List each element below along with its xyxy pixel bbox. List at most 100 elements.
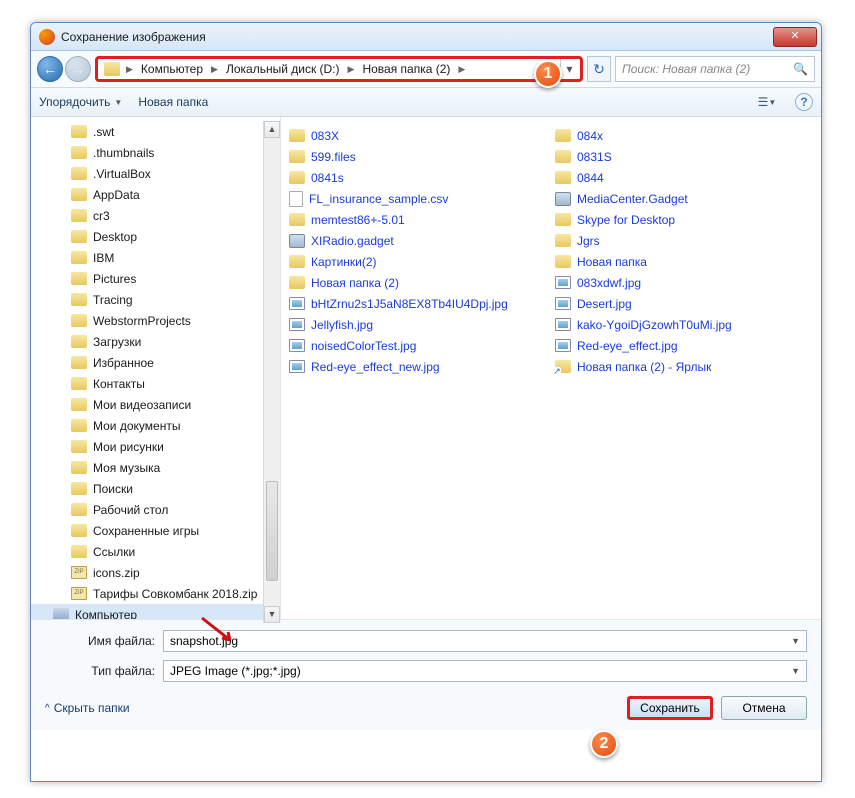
- back-button[interactable]: ←: [37, 56, 63, 82]
- file-item[interactable]: 083X: [285, 125, 551, 146]
- file-item[interactable]: 083xdwf.jpg: [551, 272, 817, 293]
- help-button[interactable]: ?: [795, 93, 813, 111]
- file-item[interactable]: XIRadio.gadget: [285, 230, 551, 251]
- file-item[interactable]: Red-eye_effect_new.jpg: [285, 356, 551, 377]
- file-item[interactable]: 599.files: [285, 146, 551, 167]
- chevron-right-icon[interactable]: ▶: [124, 64, 135, 75]
- tree-item[interactable]: Pictures: [31, 268, 280, 289]
- folder-icon: [71, 356, 87, 369]
- tree-item[interactable]: Поиски: [31, 478, 280, 499]
- tree-item[interactable]: Рабочий стол: [31, 499, 280, 520]
- tree-item[interactable]: Избранное: [31, 352, 280, 373]
- file-item[interactable]: Новая папка: [551, 251, 817, 272]
- folder-icon: [71, 188, 87, 201]
- chevron-down-icon[interactable]: ▼: [791, 636, 800, 646]
- file-item[interactable]: MediaCenter.Gadget: [551, 188, 817, 209]
- scroll-up-icon[interactable]: ▲: [264, 121, 280, 138]
- refresh-button[interactable]: ↻: [587, 56, 611, 82]
- annotation-marker-1: 1: [534, 60, 562, 88]
- file-label: bHtZrnu2s1J5aN8EX8Tb4IU4Dpj.jpg: [311, 297, 508, 311]
- search-placeholder: Поиск: Новая папка (2): [622, 62, 750, 76]
- file-item[interactable]: memtest86+-5.01: [285, 209, 551, 230]
- folder-icon: [71, 314, 87, 327]
- file-item[interactable]: Jellyfish.jpg: [285, 314, 551, 335]
- organize-button[interactable]: Упорядочить ▼: [39, 95, 122, 109]
- tree-scrollbar[interactable]: ▲ ▼: [263, 121, 280, 619]
- tree-item-label: Мои видеозаписи: [93, 398, 191, 412]
- file-item[interactable]: Картинки(2): [285, 251, 551, 272]
- tree-item[interactable]: cr3: [31, 205, 280, 226]
- tree-item[interactable]: .swt: [31, 121, 280, 142]
- address-bar[interactable]: ▶ Компьютер ▶ Локальный диск (D:) ▶ Нова…: [95, 56, 583, 82]
- file-item[interactable]: FL_insurance_sample.csv: [285, 188, 551, 209]
- search-input[interactable]: Поиск: Новая папка (2) 🔍: [615, 56, 815, 82]
- chevron-right-icon[interactable]: ▶: [456, 64, 467, 75]
- chevron-down-icon[interactable]: ▼: [791, 666, 800, 676]
- file-label: Новая папка: [577, 255, 647, 269]
- file-item[interactable]: Новая папка (2) - Ярлык: [551, 356, 817, 377]
- tree-item[interactable]: AppData: [31, 184, 280, 205]
- file-item[interactable]: 0841s: [285, 167, 551, 188]
- file-label: Новая папка (2) - Ярлык: [577, 360, 711, 374]
- tree-item[interactable]: ZIPicons.zip: [31, 562, 280, 583]
- tree-item[interactable]: Мои рисунки: [31, 436, 280, 457]
- titlebar[interactable]: Сохранение изображения ✕: [31, 23, 821, 51]
- file-item[interactable]: bHtZrnu2s1J5aN8EX8Tb4IU4Dpj.jpg: [285, 293, 551, 314]
- tree-item-label: Компьютер: [75, 608, 137, 620]
- file-item[interactable]: Skype for Desktop: [551, 209, 817, 230]
- tree-item[interactable]: Desktop: [31, 226, 280, 247]
- file-item[interactable]: kako-YgoiDjGzowhT0uMi.jpg: [551, 314, 817, 335]
- file-item[interactable]: 084x: [551, 125, 817, 146]
- tree-item[interactable]: IBM: [31, 247, 280, 268]
- tree-item[interactable]: Контакты: [31, 373, 280, 394]
- chevron-right-icon[interactable]: ▶: [346, 64, 357, 75]
- folder-icon: [71, 272, 87, 285]
- tree-item[interactable]: ZIPТарифы Совкомбанк 2018.zip: [31, 583, 280, 604]
- file-item[interactable]: Desert.jpg: [551, 293, 817, 314]
- file-item[interactable]: 0844: [551, 167, 817, 188]
- folder-icon: [289, 255, 305, 268]
- tree-item[interactable]: Tracing: [31, 289, 280, 310]
- cancel-button[interactable]: Отмена: [721, 696, 807, 720]
- file-label: Desert.jpg: [577, 297, 632, 311]
- file-item[interactable]: Jgrs: [551, 230, 817, 251]
- view-button[interactable]: ☰▼: [755, 91, 779, 113]
- tree-item-label: Тарифы Совкомбанк 2018.zip: [93, 587, 257, 601]
- new-folder-button[interactable]: Новая папка: [138, 95, 208, 109]
- folder-icon: [71, 335, 87, 348]
- folder-icon: [555, 234, 571, 247]
- folder-tree[interactable]: ▲ ▼ .swt.thumbnails.VirtualBoxAppDatacr3…: [31, 117, 281, 619]
- tree-item[interactable]: Мои документы: [31, 415, 280, 436]
- close-button[interactable]: ✕: [773, 27, 817, 47]
- tree-item[interactable]: Компьютер: [31, 604, 280, 619]
- tree-item[interactable]: Моя музыка: [31, 457, 280, 478]
- scroll-thumb[interactable]: [266, 481, 278, 581]
- folder-icon: [71, 293, 87, 306]
- tree-item[interactable]: Мои видеозаписи: [31, 394, 280, 415]
- tree-item[interactable]: Загрузки: [31, 331, 280, 352]
- file-label: Skype for Desktop: [577, 213, 675, 227]
- breadcrumb-computer[interactable]: Компьютер: [139, 62, 205, 76]
- tree-item[interactable]: Сохраненные игры: [31, 520, 280, 541]
- filename-input[interactable]: snapshot.jpg ▼: [163, 630, 807, 652]
- tree-item-label: WebstormProjects: [93, 314, 191, 328]
- tree-item[interactable]: .VirtualBox: [31, 163, 280, 184]
- tree-item[interactable]: Ссылки: [31, 541, 280, 562]
- filetype-select[interactable]: JPEG Image (*.jpg;*.jpg) ▼: [163, 660, 807, 682]
- file-item[interactable]: Новая папка (2): [285, 272, 551, 293]
- address-dropdown[interactable]: ▾: [560, 59, 578, 79]
- file-label: 0831S: [577, 150, 612, 164]
- tree-item[interactable]: WebstormProjects: [31, 310, 280, 331]
- hide-folders-button[interactable]: ^ Скрыть папки: [45, 701, 130, 715]
- breadcrumb-folder[interactable]: Новая папка (2): [360, 62, 452, 76]
- file-list[interactable]: 083X599.files0841sFL_insurance_sample.cs…: [281, 117, 821, 619]
- breadcrumb-drive[interactable]: Локальный диск (D:): [224, 62, 342, 76]
- scroll-down-icon[interactable]: ▼: [264, 606, 280, 619]
- file-item[interactable]: noisedColorTest.jpg: [285, 335, 551, 356]
- tree-item[interactable]: .thumbnails: [31, 142, 280, 163]
- forward-button[interactable]: →: [65, 56, 91, 82]
- file-item[interactable]: Red-eye_effect.jpg: [551, 335, 817, 356]
- save-button[interactable]: Сохранить: [627, 696, 713, 720]
- file-item[interactable]: 0831S: [551, 146, 817, 167]
- chevron-right-icon[interactable]: ▶: [209, 64, 220, 75]
